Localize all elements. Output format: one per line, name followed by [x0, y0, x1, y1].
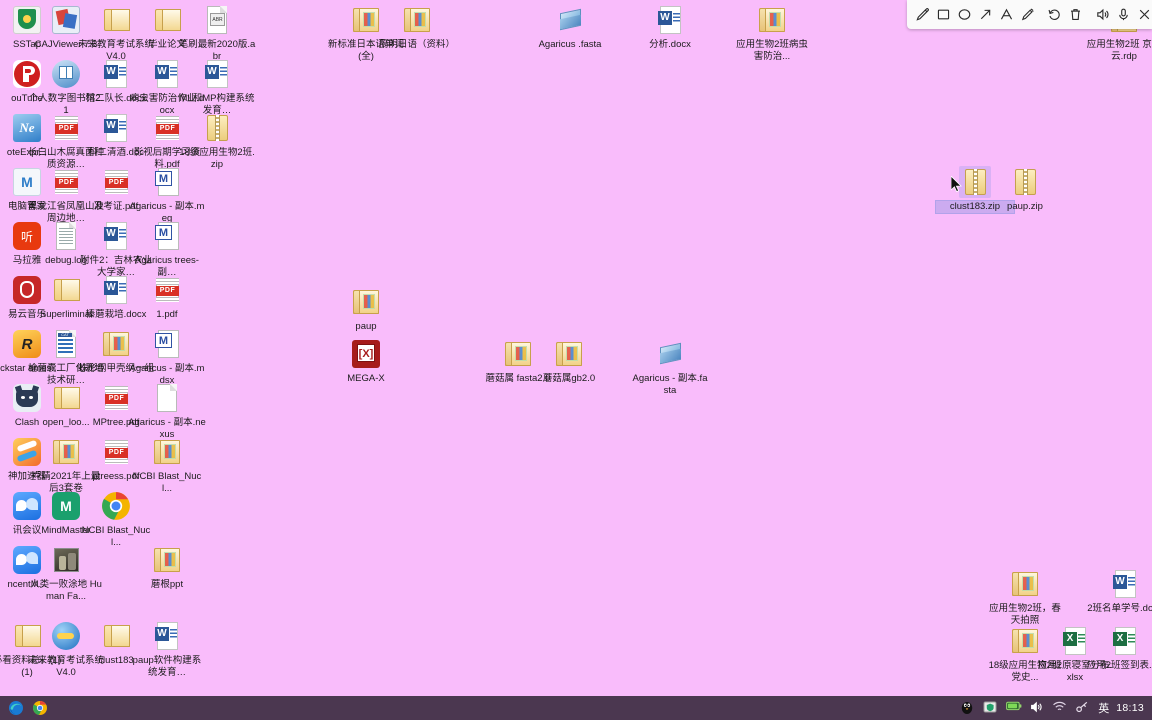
- desktop-icon-class2-roster-docx[interactable]: W 2班名单学号.docx: [1086, 568, 1152, 615]
- agaricus-copy-meg-icon: M: [151, 166, 183, 198]
- pen-icon[interactable]: [915, 4, 930, 26]
- desktop-icon-paup-zip[interactable]: paup.zip: [986, 166, 1064, 213]
- rectangle-icon[interactable]: [936, 4, 951, 26]
- desktop-icon-agaricus-copy-fasta[interactable]: Agaricus - 副本.fasta: [631, 338, 709, 396]
- desktop-icon-brush-2020-abr[interactable]: ABR 笔刷最新2020版.abr: [178, 4, 256, 62]
- agaricus-fasta-icon: [554, 4, 586, 36]
- desktop-icon-paup-software-phylogeny-docx[interactable]: Wpaup软件构建系统发育…: [128, 620, 206, 678]
- desktop-icon-one-pdf[interactable]: PDF 1.pdf: [128, 274, 206, 321]
- desktop-icon-label: 简明日语（资料）: [378, 39, 455, 50]
- qq-penguin-icon[interactable]: [960, 700, 976, 716]
- speaker-icon[interactable]: [1095, 4, 1110, 26]
- desktop-icon-agaricus-genus-gb20[interactable]: 蘑菇属gb2.0: [530, 338, 608, 385]
- analysis-docx-icon: W: [654, 4, 686, 36]
- agaricus-trees-copy-icon: M: [151, 220, 183, 252]
- clock[interactable]: 18:13: [1116, 702, 1144, 714]
- agaricus-copy-nexus-icon: [151, 382, 183, 414]
- human-fa-photo-icon: [50, 544, 82, 576]
- close-icon[interactable]: [1137, 4, 1152, 26]
- desktop-icon-concise-japanese-materials[interactable]: 简明日语（资料）: [378, 4, 456, 51]
- desktop-icon-ncbi-blast-nucl-folder[interactable]: NCBI Blast_Nucl...: [128, 436, 206, 494]
- concise-japanese-materials-icon: [401, 4, 433, 36]
- wifi-icon[interactable]: [1052, 700, 1068, 716]
- paup-software-phylogeny-docx-icon: W: [151, 620, 183, 652]
- bio2-pest-control-folder-icon: [756, 4, 788, 36]
- desktop-icon-analysis-docx[interactable]: W 分析.docx: [631, 4, 709, 51]
- agaricus-genus-gb20-icon: [553, 338, 585, 370]
- microphone-icon[interactable]: [1116, 4, 1131, 26]
- annotation-toolbar[interactable]: [907, 0, 1152, 29]
- chrome-icon[interactable]: [32, 700, 48, 716]
- system-tray[interactable]: 英 18:13: [960, 700, 1152, 716]
- desktop-icon-label: 应用生物2班 京东云.rdp: [1086, 39, 1152, 62]
- desktop-icon-bio2-pest-control-folder[interactable]: 应用生物2班病虫害防治...: [733, 4, 811, 62]
- desktop-icon-paup-folder[interactable]: paup: [327, 286, 405, 333]
- ime-indicator[interactable]: 英: [1098, 700, 1109, 716]
- desktop[interactable]: SSTap CAJViewer 7.3 未来教育考试系统V4.0 毕业论文 ABR 笔刷最…: [0, 0, 1152, 720]
- mouse-cursor: [951, 176, 962, 193]
- desktop-icon-bio2-signin-sheet-xls[interactable]: X 应用2班签到表.xls: [1086, 625, 1152, 672]
- paup-folder-icon: [350, 286, 382, 318]
- bio2-spring-photo-folder-icon: [1009, 568, 1041, 600]
- class18-bio2-zip-icon: [201, 112, 233, 144]
- agaricus-copy-mdsx-icon: M: [151, 328, 183, 360]
- desktop-icon-label: Agaricus - 副本.fasta: [632, 373, 708, 396]
- one-pdf-icon: PDF: [151, 274, 183, 306]
- desktop-icon-label: 应用2班签到表.xls: [1086, 660, 1152, 671]
- class2-roster-docx-icon: W: [1109, 568, 1141, 600]
- brush-2020-abr-icon: ABR: [201, 4, 233, 36]
- desktop-icon-label: paup: [355, 321, 377, 332]
- desktop-icon-agaricus-copy-mdsx[interactable]: M Agaricus - 副本.mdsx: [128, 328, 206, 386]
- desktop-icon-agaricus-fasta[interactable]: Agaricus .fasta: [531, 4, 609, 51]
- desktop-icon-label: 应用生物2班病虫害防治...: [736, 39, 808, 62]
- security-icon[interactable]: [983, 700, 999, 716]
- ncbi-blast-nucl-chrome-icon: [100, 490, 132, 522]
- taskbar[interactable]: 英 18:13: [0, 696, 1152, 720]
- desktop-icon-label: 1.pdf: [156, 309, 178, 320]
- desktop-icon-label: 应用生物2班，春天拍照: [989, 603, 1061, 626]
- desktop-icon-label: paup软件构建系统发育…: [132, 655, 202, 678]
- desktop-icon-label: 人类一败涂地 Human Fa...: [30, 579, 102, 602]
- desktop-icon-label: MEGA-X: [347, 373, 385, 384]
- desktop-icon-label: paup.zip: [1007, 201, 1043, 212]
- text-icon[interactable]: [999, 4, 1014, 26]
- ime-tool-icon[interactable]: [1075, 700, 1091, 716]
- ml-mp-phylogeny-docx-icon: W: [201, 58, 233, 90]
- desktop-icon-agaricus-copy-meg[interactable]: M Agaricus - 副本.meg: [128, 166, 206, 224]
- edge-icon[interactable]: [8, 700, 24, 716]
- morel-ppt-icon: [151, 544, 183, 576]
- undo-icon[interactable]: [1047, 4, 1062, 26]
- desktop-icon-ncbi-blast-nucl-chrome[interactable]: NCBI Blast_Nucl...: [77, 490, 155, 548]
- paup-zip-icon: [1009, 166, 1041, 198]
- desktop-icon-label: 蘑根ppt: [150, 579, 184, 590]
- agaricus-copy-fasta-icon: [654, 338, 686, 370]
- desktop-icon-label: 2班名单学号.docx: [1087, 603, 1152, 614]
- mega-x-icon: [X]: [350, 338, 382, 370]
- desktop-icon-label: Agaricus .fasta: [538, 39, 602, 50]
- ellipse-icon[interactable]: [957, 4, 972, 26]
- taskbar-pinned-apps[interactable]: [0, 700, 48, 716]
- highlighter-icon[interactable]: [1020, 4, 1035, 26]
- desktop-icon-agaricus-copy-nexus[interactable]: Agaricus - 副本.nexus: [128, 382, 206, 440]
- desktop-icon-class18-bio2-zip[interactable]: 18级应用生物2班.zip: [178, 112, 256, 170]
- desktop-icon-agaricus-trees-copy[interactable]: M Agaricus trees- 副…: [128, 220, 206, 278]
- desktop-icon-morel-ppt[interactable]: 蘑根ppt: [128, 544, 206, 591]
- trash-icon[interactable]: [1068, 4, 1083, 26]
- desktop-icon-ml-mp-phylogeny-docx[interactable]: W ML和MP构建系统发育…: [178, 58, 256, 116]
- volume-icon[interactable]: [1029, 700, 1045, 716]
- arrow-icon[interactable]: [978, 4, 993, 26]
- desktop-icon-label: 蘑菇属gb2.0: [542, 373, 596, 384]
- desktop-icon-human-fa-photo[interactable]: 人类一败涂地 Human Fa...: [27, 544, 105, 602]
- bio2-signin-sheet-xls-icon: X: [1109, 625, 1141, 657]
- desktop-icon-bio2-spring-photo-folder[interactable]: 应用生物2班，春天拍照: [986, 568, 1064, 626]
- desktop-icon-label: 分析.docx: [649, 39, 691, 50]
- desktop-icon-mega-x[interactable]: [X] MEGA-X: [327, 338, 405, 385]
- ncbi-blast-nucl-folder-icon: [151, 436, 183, 468]
- battery-icon[interactable]: [1006, 700, 1022, 716]
